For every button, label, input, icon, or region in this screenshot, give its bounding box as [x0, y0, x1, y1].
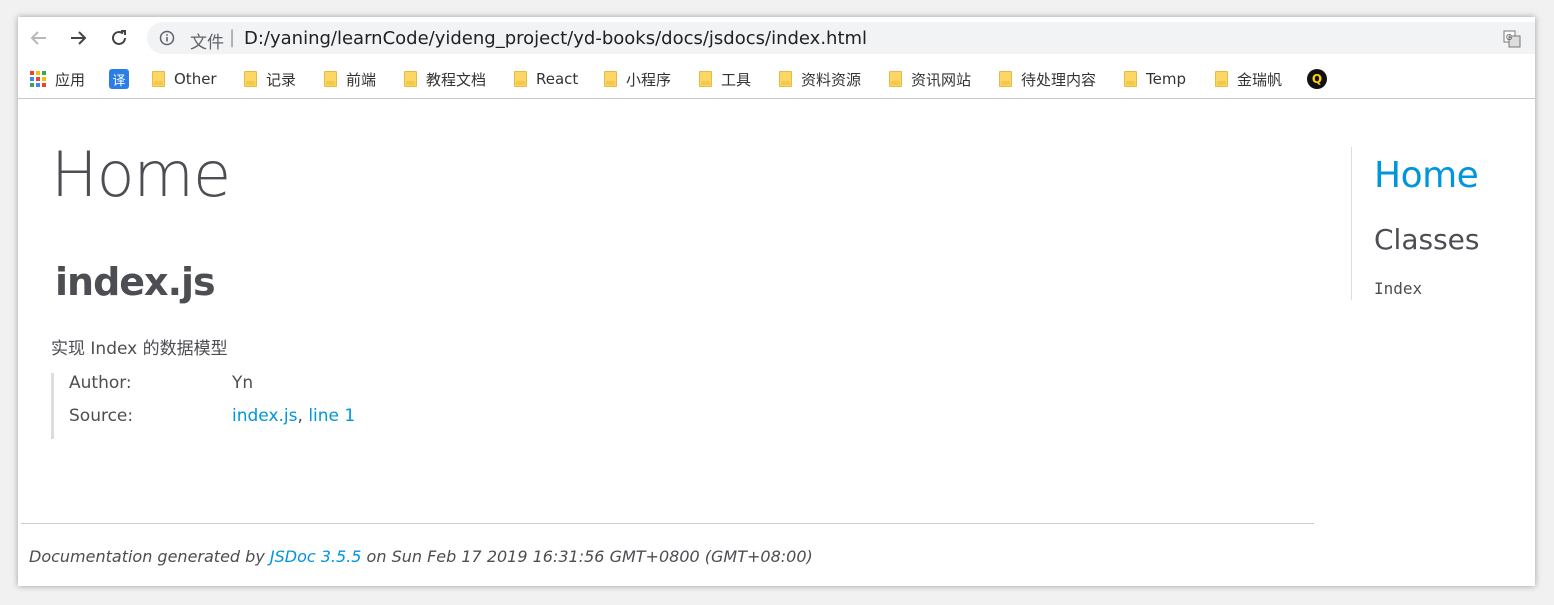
folder-icon [1124, 71, 1137, 87]
folder-icon [604, 71, 617, 87]
info-icon[interactable] [159, 30, 175, 46]
bookmark-label: 记录 [266, 70, 297, 89]
bookmark-apps[interactable]: 应用 [30, 68, 85, 90]
sidebar-nav: Home Classes Index [1351, 147, 1531, 300]
back-arrow-icon [30, 31, 46, 45]
source-value: index.js, line 1 [232, 406, 355, 426]
bookmark-folder-other[interactable]: Other [152, 68, 217, 90]
footer-divider [21, 523, 1314, 524]
footer: Documentation generated by JSDoc 3.5.5 o… [29, 547, 813, 566]
bookmark-label: 小程序 [626, 70, 672, 89]
source-line-link[interactable]: line 1 [308, 406, 355, 426]
file-scheme-label: 文件 [190, 33, 224, 53]
forward-arrow-icon [71, 31, 87, 45]
folder-icon [244, 71, 257, 87]
bookmark-q[interactable]: Q [1307, 68, 1327, 90]
browser-window: 文件 | D:/yaning/learnCode/yideng_project/… [18, 17, 1535, 586]
source-file-link[interactable]: index.js [232, 406, 298, 426]
sidebar-section-classes: Classes [1374, 223, 1480, 256]
url-text[interactable]: D:/yaning/learnCode/yideng_project/yd-bo… [244, 28, 867, 49]
bookmark-label: 金瑞帆 [1237, 70, 1283, 89]
bookmark-folder-tutorials[interactable]: 教程文档 [404, 68, 486, 90]
author-value: Yn [232, 373, 254, 393]
file-heading: index.js [55, 260, 216, 304]
bookmark-label: React [536, 70, 579, 88]
bookmark-label: Other [174, 70, 217, 88]
bookmark-folder-temp[interactable]: Temp [1124, 68, 1186, 90]
bookmark-label: 前端 [346, 70, 377, 89]
omnibox-separator: | [229, 27, 236, 48]
bookmark-folder-miniprogram[interactable]: 小程序 [604, 68, 671, 90]
bookmark-folder-tools[interactable]: 工具 [699, 68, 751, 90]
translate-app-icon: 译 [109, 69, 129, 89]
q-logo-icon: Q [1307, 69, 1327, 89]
bookmark-folder-records[interactable]: 记录 [244, 68, 296, 90]
footer-suffix: on Sun Feb 17 2019 16:31:56 GMT+0800 (GM… [366, 547, 813, 566]
bookmark-label: 资料资源 [801, 70, 862, 89]
source-comma: , [297, 406, 303, 426]
reload-icon [112, 30, 126, 45]
bookmark-apps-label: 应用 [55, 70, 86, 89]
folder-icon [699, 71, 712, 87]
bookmark-label: 教程文档 [426, 70, 487, 89]
bookmark-label: 工具 [721, 70, 752, 89]
forward-button[interactable] [66, 26, 90, 50]
folder-icon [889, 71, 902, 87]
bookmarks-bar: 应用 译 Other 记录 前端 教程文档 React 小程序 工具 资料资源 … [18, 59, 1535, 99]
footer-prefix: Documentation generated by [29, 547, 265, 566]
bookmark-folder-news[interactable]: 资讯网站 [889, 68, 971, 90]
bookmark-folder-pending[interactable]: 待处理内容 [999, 68, 1096, 90]
file-description: 实现 Index 的数据模型 [51, 339, 228, 359]
bookmark-folder-resources[interactable]: 资料资源 [779, 68, 861, 90]
translate-icon[interactable]: G [1503, 30, 1521, 48]
reload-button[interactable] [107, 26, 131, 50]
source-label: Source: [69, 406, 134, 426]
folder-icon [514, 71, 527, 87]
sidebar-home-link[interactable]: Home [1374, 155, 1479, 196]
apps-grid-icon [30, 71, 46, 87]
browser-toolbar: 文件 | D:/yaning/learnCode/yideng_project/… [18, 17, 1535, 59]
folder-icon [324, 71, 337, 87]
folder-icon [779, 71, 792, 87]
address-bar[interactable]: 文件 | D:/yaning/learnCode/yideng_project/… [147, 22, 1535, 54]
details-list: Author: Yn Source: index.js, line 1 [51, 373, 391, 439]
svg-text:G: G [1506, 33, 1512, 42]
jsdoc-link[interactable]: JSDoc 3.5.5 [270, 547, 362, 566]
author-label: Author: [69, 373, 132, 393]
bookmark-label: 资讯网站 [911, 70, 972, 89]
folder-icon [1215, 71, 1228, 87]
sidebar-item-index[interactable]: Index [1374, 279, 1422, 298]
bookmark-folder-react[interactable]: React [514, 68, 578, 90]
folder-icon [152, 71, 165, 87]
bookmark-folder-jinruifan[interactable]: 金瑞帆 [1215, 68, 1282, 90]
folder-icon [404, 71, 417, 87]
page-title: Home [51, 138, 231, 211]
bookmark-translate[interactable]: 译 [109, 68, 129, 90]
jsdoc-page: Home index.js 实现 Index 的数据模型 Author: Yn … [18, 100, 1535, 586]
back-button[interactable] [27, 26, 51, 50]
folder-icon [999, 71, 1012, 87]
bookmark-folder-frontend[interactable]: 前端 [324, 68, 376, 90]
bookmark-label: Temp [1146, 70, 1186, 88]
bookmark-label: 待处理内容 [1021, 70, 1097, 89]
